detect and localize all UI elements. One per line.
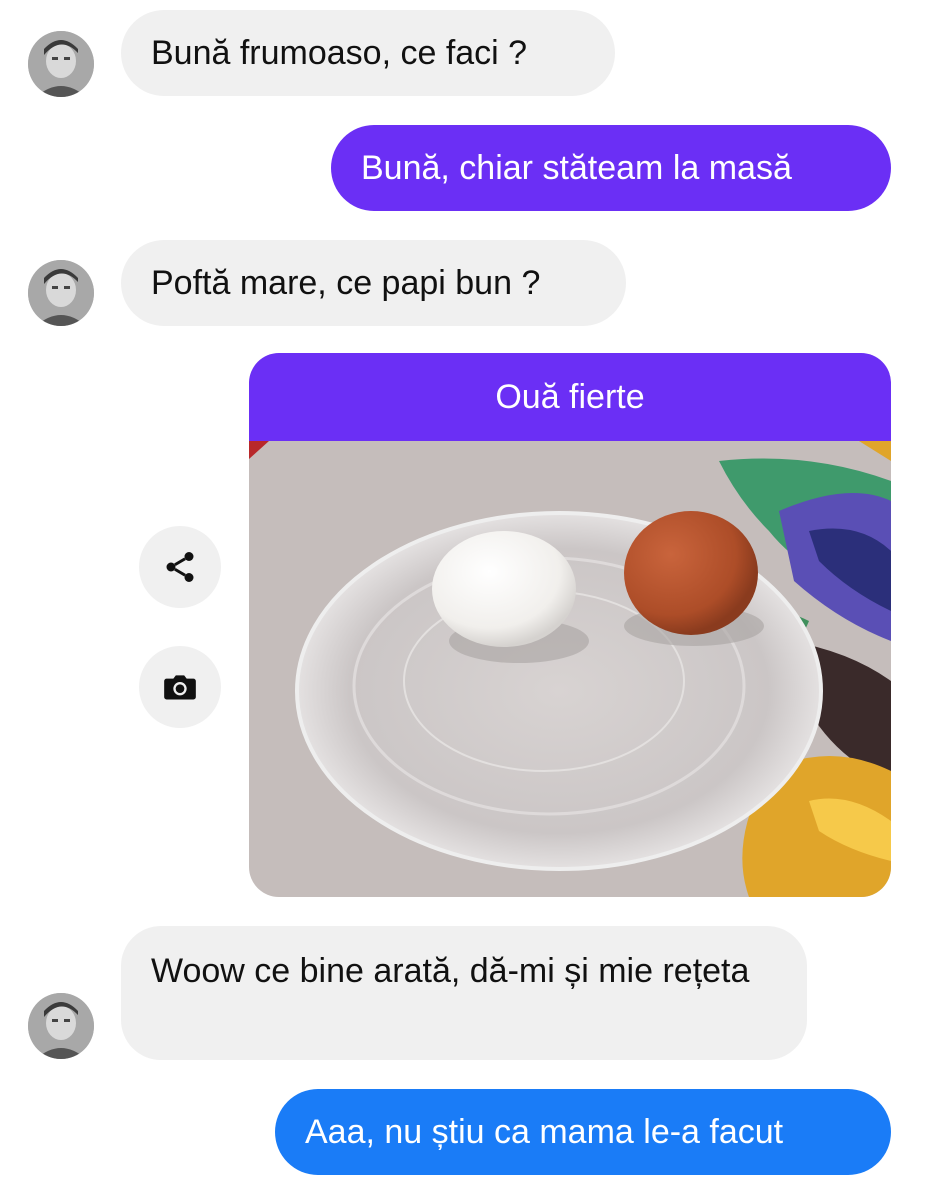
camera-button[interactable] [139,646,221,728]
message-text: Aaa, nu știu ca mama le-a facut [305,1113,784,1151]
message-text: Bună, chiar stăteam la masă [361,149,792,187]
share-icon [166,552,194,582]
share-button[interactable] [139,526,221,608]
message-bubble-incoming[interactable]: Bună frumoaso, ce faci ? [121,10,615,96]
message-bubble-outgoing[interactable]: Bună, chiar stăteam la masă [331,125,891,211]
person-avatar-icon [28,31,94,97]
camera-icon [164,675,196,700]
boiled-eggs-photo[interactable] [249,441,891,897]
photo-message[interactable]: Ouă fierte [249,353,891,897]
message-bubble-incoming[interactable]: Poftă mare, ce papi bun ? [121,240,626,326]
person-avatar-icon [28,260,94,326]
message-text: Bună frumoaso, ce faci ? [151,34,528,72]
photo-caption: Ouă fierte [249,353,891,441]
message-text: Poftă mare, ce papi bun ? [151,264,541,302]
avatar[interactable] [28,993,94,1059]
message-text: Woow ce bine arată, dă-mi și mie rețeta [151,952,750,990]
message-bubble-outgoing[interactable]: Aaa, nu știu ca mama le-a facut [275,1089,891,1175]
person-avatar-icon [28,993,94,1059]
avatar[interactable] [28,31,94,97]
message-bubble-incoming[interactable]: Woow ce bine arată, dă-mi și mie rețeta [121,926,807,1060]
avatar[interactable] [28,260,94,326]
